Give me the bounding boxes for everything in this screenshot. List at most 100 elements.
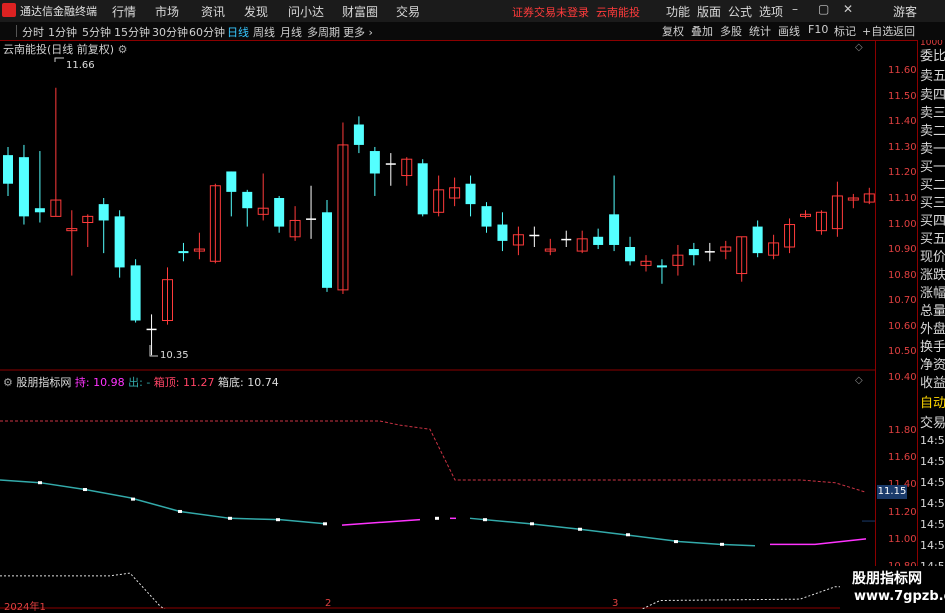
watermark-url: www.7gpzb.com — [854, 589, 945, 604]
candle-body — [656, 265, 667, 268]
guest-label[interactable]: 游客 — [893, 3, 917, 20]
watermark: 股朋指标网 www.7gpzb.com — [840, 566, 945, 609]
ind-y-tick: 11.60 — [888, 452, 917, 463]
line-marker — [323, 522, 327, 526]
top-value: 11.27 — [183, 376, 215, 389]
side-label: 卖一 — [920, 142, 945, 157]
tool-back[interactable]: 返回 — [893, 23, 915, 39]
period-5min[interactable]: 5分钟 — [82, 24, 111, 40]
side-label: 卖二 — [920, 124, 945, 139]
side-tab-trade[interactable]: 交易 — [920, 412, 945, 431]
tool-adjust[interactable]: 复权 — [662, 23, 684, 39]
side-time: 14:56 — [920, 539, 945, 552]
side-label: 总量 — [920, 304, 945, 319]
candle-body — [274, 198, 285, 227]
menu-ask[interactable]: 问小达 — [288, 3, 324, 20]
app-title: 通达信金融终端 — [20, 5, 97, 18]
low-label: 10.35 — [160, 350, 189, 361]
candle-body — [369, 151, 380, 174]
candle-body — [529, 234, 540, 237]
divider — [16, 25, 17, 37]
menu-options[interactable]: 选项 — [759, 3, 783, 20]
candle-body — [34, 208, 45, 213]
hold-line — [341, 518, 421, 526]
period-60min[interactable]: 60分钟 — [189, 24, 225, 40]
menu-bar: 通达信金融终端 行情 市场 资讯 发现 问小达 财富圈 交易 证券交易未登录 云… — [0, 0, 945, 23]
side-label: 换手 — [920, 340, 945, 355]
diamond-icon[interactable]: ◇ — [855, 375, 863, 386]
chart-canvas[interactable] — [0, 40, 907, 613]
candle-body — [417, 163, 428, 215]
ind-y-tick: 11.20 — [888, 507, 917, 518]
candle-body — [226, 171, 237, 192]
side-time: 14:56 — [920, 455, 945, 468]
chart-area[interactable]: 云南能投(日线 前复权) ⚙ ◇ 11.66 10.35 ⚙ 股朋指标网 持: … — [0, 40, 907, 613]
candle-body — [481, 206, 492, 227]
side-label: 净资 — [920, 358, 945, 373]
minimize-icon[interactable]: – — [792, 2, 798, 16]
restore-icon[interactable]: ▢ — [818, 2, 829, 16]
side-label: 买四 — [920, 214, 945, 229]
period-1min[interactable]: 1分钟 — [48, 24, 77, 40]
settings-icon[interactable]: ⚙ — [3, 376, 13, 389]
tool-overlay[interactable]: 叠加 — [691, 23, 713, 39]
candle-body — [497, 224, 508, 241]
menu-market[interactable]: 市场 — [155, 3, 179, 20]
period-day[interactable]: 日线 — [227, 24, 249, 40]
settings-icon[interactable]: ⚙ — [118, 43, 128, 56]
x-label: 3 — [612, 598, 619, 609]
watermark-title: 股朋指标网 — [852, 571, 922, 587]
period-timeshare[interactable]: 分时 — [22, 24, 44, 40]
tool-add-favorite[interactable]: +自选 — [862, 23, 893, 39]
menu-trade[interactable]: 交易 — [396, 3, 420, 20]
top-label: 箱顶: — [153, 376, 180, 389]
tool-multi-stock[interactable]: 多股 — [720, 23, 742, 39]
diamond-icon[interactable]: ◇ — [855, 42, 863, 53]
menu-discover[interactable]: 发现 — [244, 3, 268, 20]
period-more[interactable]: 更多 › — [343, 24, 373, 40]
side-tab-auto[interactable]: 自动 — [920, 392, 945, 411]
y-tick: 11.60 — [888, 65, 917, 76]
menu-formula[interactable]: 公式 — [728, 3, 752, 20]
candle-body — [242, 191, 253, 209]
candle-body — [146, 328, 157, 331]
tool-draw[interactable]: 画线 — [778, 23, 800, 39]
side-label: 买一 — [920, 160, 945, 175]
side-label: 外盘 — [920, 322, 945, 337]
menu-news[interactable]: 资讯 — [201, 3, 225, 20]
menu-wealth[interactable]: 财富圈 — [342, 3, 378, 20]
menu-layout[interactable]: 版面 — [697, 3, 721, 20]
line-marker — [435, 516, 439, 520]
tool-mark[interactable]: 标记 — [834, 23, 856, 39]
y-tick: 10.90 — [888, 244, 917, 255]
period-week[interactable]: 周线 — [253, 24, 275, 40]
login-notice[interactable]: 证券交易未登录 云南能投 — [512, 4, 640, 20]
y-tick: 11.50 — [888, 91, 917, 102]
y-tick: 10.70 — [888, 295, 917, 306]
high-label: 11.66 — [66, 60, 95, 71]
line-marker — [178, 509, 182, 513]
period-30min[interactable]: 30分钟 — [152, 24, 188, 40]
candle-body — [98, 204, 109, 221]
out-line — [469, 517, 756, 547]
y-tick: 11.10 — [888, 193, 917, 204]
side-label: 收益 — [920, 376, 945, 391]
tool-stats[interactable]: 统计 — [749, 23, 771, 39]
line-marker — [228, 516, 232, 520]
line-marker — [131, 497, 135, 501]
chart-title: 云南能投(日线 前复权) ⚙ — [3, 43, 128, 56]
close-icon[interactable]: ✕ — [843, 2, 853, 16]
y-tick: 10.50 — [888, 346, 917, 357]
period-15min[interactable]: 15分钟 — [114, 24, 150, 40]
indicator-legend: ⚙ 股朋指标网 持: 10.98 出: - 箱顶: 11.27 箱底: 10.7… — [3, 376, 279, 389]
tool-f10[interactable]: F10 — [808, 23, 828, 36]
period-month[interactable]: 月线 — [280, 24, 302, 40]
line-marker — [578, 527, 582, 531]
current-value-badge: 11.15 — [877, 485, 907, 499]
x-label: 2 — [325, 598, 332, 609]
period-multi[interactable]: 多周期 — [307, 24, 340, 40]
menu-quotes[interactable]: 行情 — [112, 3, 136, 20]
high-marker — [54, 57, 64, 62]
menu-function[interactable]: 功能 — [666, 3, 690, 20]
y-axis: 11.60 11.50 11.40 11.30 11.20 11.10 11.0… — [875, 40, 918, 609]
